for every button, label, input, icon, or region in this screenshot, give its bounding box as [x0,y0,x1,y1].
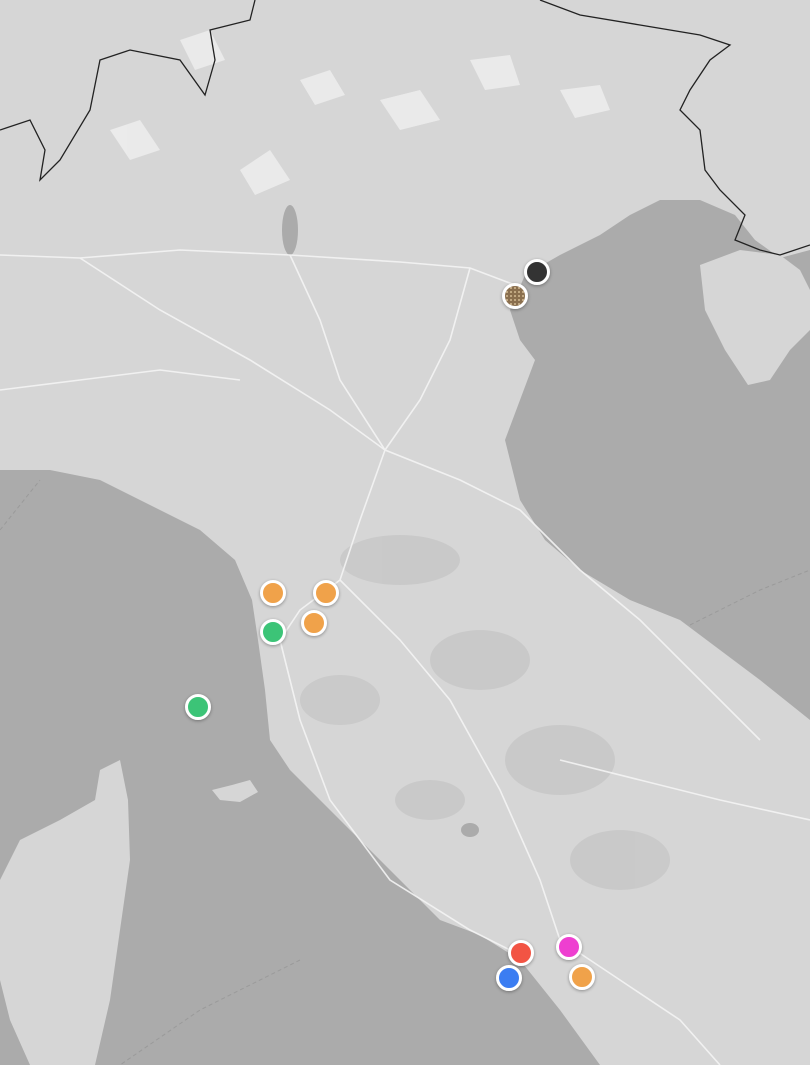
map-marker-venice-textured[interactable] [502,283,528,309]
map-marker-tuscany-orange-3[interactable] [301,610,327,636]
map-marker-venice-dark[interactable] [524,259,550,285]
map-marker-tuscany-orange-1[interactable] [260,580,286,606]
map-marker-rome-red[interactable] [508,940,534,966]
map-marker-tuscany-green[interactable] [260,619,286,645]
lake-trasimeno [461,823,479,837]
basemap [0,0,810,1065]
map-marker-sea-green[interactable] [185,694,211,720]
map-marker-rome-blue[interactable] [496,965,522,991]
map-canvas[interactable] [0,0,810,1065]
map-marker-rome-orange[interactable] [569,964,595,990]
map-marker-tuscany-orange-2[interactable] [313,580,339,606]
map-marker-rome-magenta[interactable] [556,934,582,960]
lake-garda [282,205,298,255]
